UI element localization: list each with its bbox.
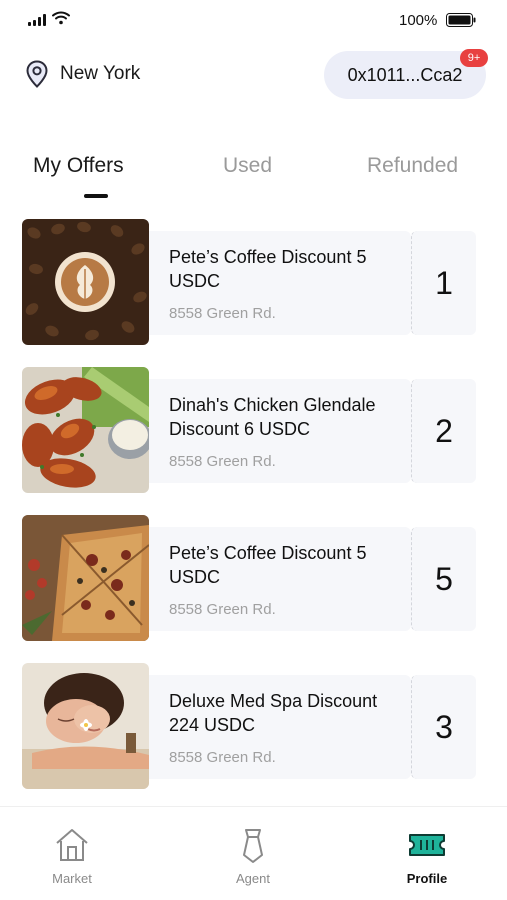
bottom-navigation: Market Agent Profile [0, 806, 507, 900]
nav-market[interactable]: Market [22, 825, 122, 886]
nav-label: Agent [236, 871, 270, 886]
offer-card[interactable]: Dinah's Chicken Glendale Discount 6 USDC… [22, 367, 476, 493]
wallet-address: 0x1011...Cca2 [347, 64, 463, 85]
offer-image-pizza [22, 515, 149, 641]
offer-count: 2 [411, 379, 476, 483]
offer-count: 3 [411, 675, 476, 779]
offer-card[interactable]: Pete’s Coffee Discount 5 USDC 8558 Green… [22, 219, 476, 345]
offer-details: Pete’s Coffee Discount 5 USDC 8558 Green… [149, 527, 411, 631]
offer-image-chicken-wings [22, 367, 149, 493]
offer-card[interactable]: Pete’s Coffee Discount 5 USDC 8558 Green… [22, 515, 476, 641]
house-icon [56, 829, 88, 861]
offer-count: 1 [411, 231, 476, 335]
offer-details: Deluxe Med Spa Discount 224 USDC 8558 Gr… [149, 675, 411, 779]
offer-address: 8558 Green Rd. [169, 305, 276, 322]
offer-title: Deluxe Med Spa Discount 224 USDC [169, 691, 378, 735]
offer-address: 8558 Green Rd. [169, 453, 276, 470]
offer-title: Pete’s Coffee Discount 5 USDC [169, 543, 367, 587]
offer-address: 8558 Green Rd. [169, 601, 276, 618]
offer-title: Pete’s Coffee Discount 5 USDC [169, 247, 367, 291]
offer-details: Pete’s Coffee Discount 5 USDC 8558 Green… [149, 231, 411, 335]
battery-percent: 100% [399, 12, 438, 29]
battery-icon [446, 13, 476, 27]
ticket-icon [409, 834, 445, 856]
status-bar: 100% [0, 0, 507, 40]
offer-card[interactable]: Deluxe Med Spa Discount 224 USDC 8558 Gr… [22, 663, 476, 789]
location-pin-icon [26, 60, 48, 88]
signal-icon [28, 14, 46, 26]
offer-address: 8558 Green Rd. [169, 749, 276, 766]
offer-details: Dinah's Chicken Glendale Discount 6 USDC… [149, 379, 411, 483]
offer-image-spa [22, 663, 149, 789]
wallet-address-button[interactable]: 0x1011...Cca2 9+ [324, 49, 488, 99]
active-tab-indicator [84, 194, 108, 198]
nav-label: Market [52, 871, 92, 886]
offer-count: 5 [411, 527, 476, 631]
tab-used[interactable]: Used [223, 154, 272, 178]
tab-refunded[interactable]: Refunded [367, 154, 458, 178]
wifi-icon [52, 11, 70, 25]
nav-label: Profile [406, 871, 448, 886]
location-selector[interactable]: New York [26, 60, 140, 88]
location-name: New York [60, 63, 141, 84]
nav-agent[interactable]: Agent [203, 825, 303, 886]
tab-my-offers[interactable]: My Offers [33, 154, 124, 178]
notification-badge: 9+ [460, 49, 488, 67]
agent-tie-icon [243, 829, 263, 863]
offer-image-coffee [22, 219, 149, 345]
nav-profile[interactable]: Profile [377, 825, 477, 886]
offer-tabs: My Offers Used Refunded [0, 150, 507, 200]
offer-title: Dinah's Chicken Glendale Discount 6 USDC [169, 395, 376, 439]
